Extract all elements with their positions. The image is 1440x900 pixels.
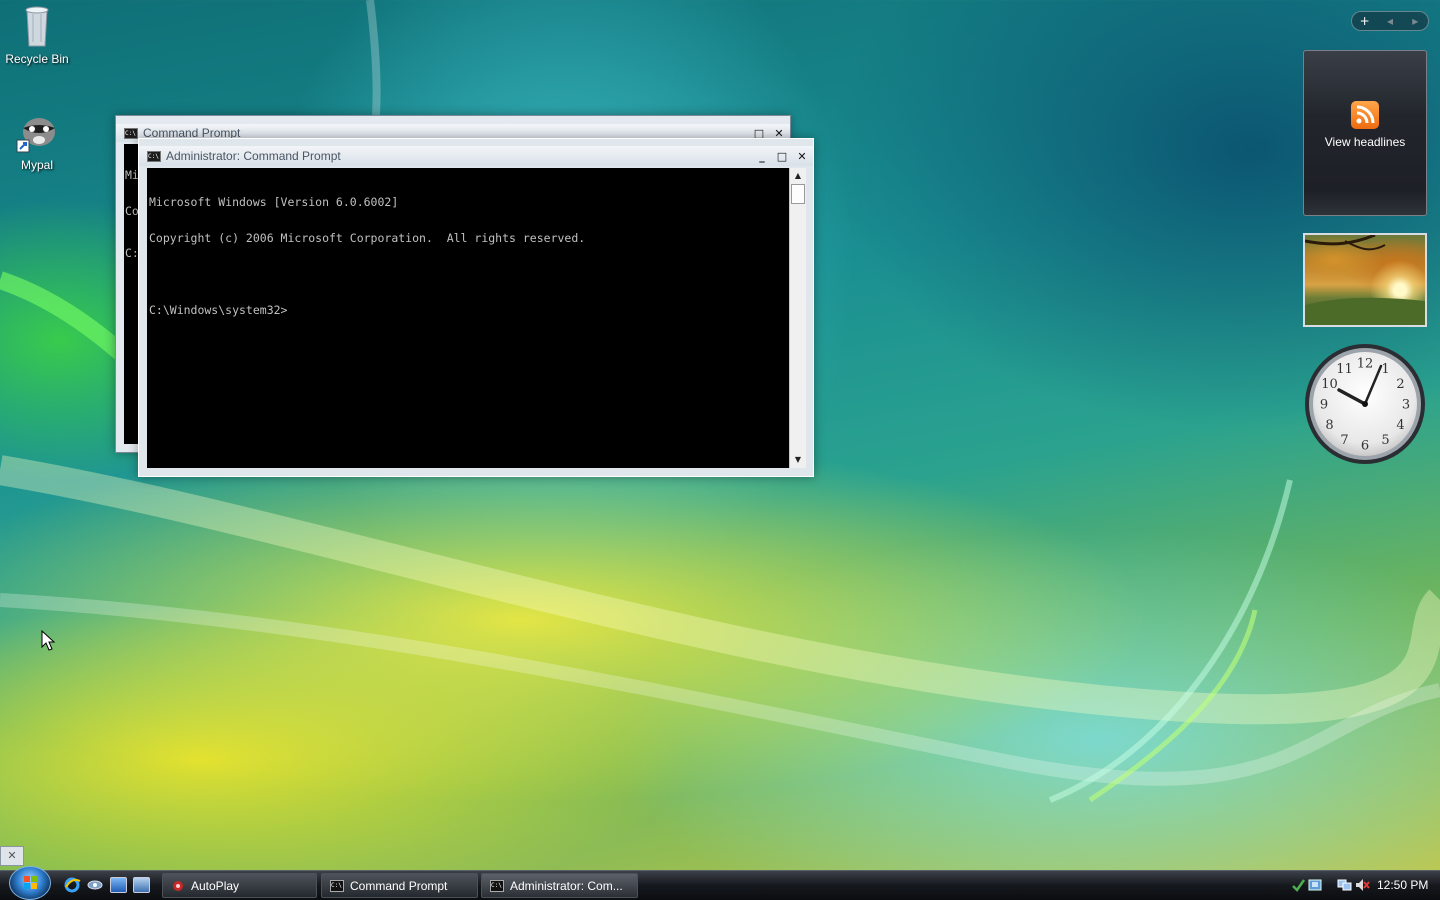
console-prompt-line: C:\Windows\system32> <box>149 303 288 317</box>
clock-numeral: 7 <box>1340 433 1348 448</box>
clock-numeral: 11 <box>1336 362 1353 377</box>
start-button[interactable] <box>9 866 51 900</box>
clock-gadget[interactable]: 12 1 2 3 4 5 6 7 8 9 10 11 <box>1303 342 1427 466</box>
rss-feed-icon <box>1351 101 1379 129</box>
sidebar-controls: + ◂ ▸ <box>1351 11 1429 31</box>
view-headlines-link[interactable]: View headlines <box>1304 135 1426 149</box>
media-icon[interactable] <box>133 877 150 893</box>
admin-command-prompt-titlebar[interactable]: C:\ Administrator: Command Prompt _ □ ✕ <box>139 146 813 166</box>
console-line: C: <box>125 246 139 260</box>
scroll-down-arrow-icon[interactable]: ▼ <box>790 452 806 468</box>
previous-gadgets-button[interactable]: ◂ <box>1377 14 1402 28</box>
feed-headlines-gadget[interactable]: View headlines <box>1303 50 1427 216</box>
scroll-up-arrow-icon[interactable]: ▲ <box>790 168 806 184</box>
clock-numeral: 3 <box>1402 398 1410 413</box>
scroll-thumb[interactable] <box>791 184 805 204</box>
network-status-icon[interactable] <box>1337 878 1352 892</box>
windows-start-orb <box>24 876 37 889</box>
recycle-bin-label: Recycle Bin <box>5 52 69 66</box>
mypal-label: Mypal <box>20 158 53 172</box>
admin-command-prompt-window[interactable]: C:\ Administrator: Command Prompt _ □ ✕ … <box>138 138 814 477</box>
show-desktop-icon[interactable] <box>110 877 127 893</box>
autoplay-icon <box>173 880 183 891</box>
desktop-icon-recycle-bin[interactable]: Recycle Bin <box>0 4 74 66</box>
cmd-icon: C:\ <box>124 127 138 139</box>
taskbar-button-label: Command Prompt <box>350 878 448 893</box>
cmd-icon: C:\ <box>330 879 344 892</box>
clock-numeral: 8 <box>1325 418 1333 433</box>
clock-numeral: 9 <box>1320 398 1328 413</box>
taskbar-button-command-prompt[interactable]: C:\ Command Prompt <box>321 873 478 898</box>
cmd-icon: C:\ <box>490 879 504 892</box>
console-line: Copyright (c) 2006 Microsoft Corporation… <box>149 231 586 245</box>
recycle-bin-icon <box>15 4 59 48</box>
clock-numeral: 4 <box>1396 418 1404 433</box>
close-button[interactable]: ✕ <box>793 148 811 164</box>
slideshow-gadget[interactable] <box>1303 233 1427 327</box>
volume-muted-icon[interactable] <box>1355 878 1370 892</box>
window-title: Administrator: Command Prompt <box>166 149 341 163</box>
taskbar-clock[interactable]: 12:50 PM <box>1377 878 1428 892</box>
security-icon[interactable] <box>1291 878 1306 892</box>
mouse-cursor-icon <box>41 630 56 651</box>
next-gadgets-button[interactable]: ▸ <box>1403 14 1428 28</box>
clock-numeral: 1 <box>1381 362 1389 377</box>
taskbar-button-label: Administrator: Com... <box>510 878 623 893</box>
clock-numeral: 2 <box>1396 377 1404 392</box>
clock-numeral: 5 <box>1381 433 1389 448</box>
console-line: Microsoft Windows [Version 6.0.6002] <box>149 195 399 209</box>
raccoon-browser-icon <box>15 110 59 154</box>
system-tray: 12:50 PM <box>1286 871 1440 900</box>
desktop-icon-mypal[interactable]: Mypal <box>0 110 74 172</box>
add-gadget-button[interactable]: + <box>1352 14 1377 28</box>
switch-windows-icon[interactable] <box>87 877 104 893</box>
taskbar-button-label: AutoPlay <box>191 878 240 893</box>
vertical-scrollbar[interactable]: ▲ ▼ <box>789 168 806 468</box>
console-line: Co <box>125 204 139 218</box>
taskbar-button-admin-command-prompt[interactable]: C:\ Administrator: Com... <box>481 873 638 898</box>
autumn-tree-photo <box>1304 233 1425 325</box>
console-line: Mi <box>125 168 139 182</box>
network-icon[interactable] <box>1308 878 1323 892</box>
minimize-button[interactable]: _ <box>753 148 771 164</box>
maximize-button[interactable]: □ <box>773 148 791 164</box>
clock-numeral: 6 <box>1361 439 1369 454</box>
clock-numeral: 10 <box>1321 377 1338 392</box>
cmd-icon: C:\ <box>147 150 161 162</box>
clock-numeral: 12 <box>1357 357 1374 372</box>
taskbar-button-autoplay[interactable]: AutoPlay <box>162 873 317 898</box>
internet-explorer-icon[interactable] <box>64 877 81 893</box>
hidden-window-tab[interactable]: ✕ <box>0 846 24 866</box>
console-area[interactable]: Microsoft Windows [Version 6.0.6002] Cop… <box>147 168 790 468</box>
